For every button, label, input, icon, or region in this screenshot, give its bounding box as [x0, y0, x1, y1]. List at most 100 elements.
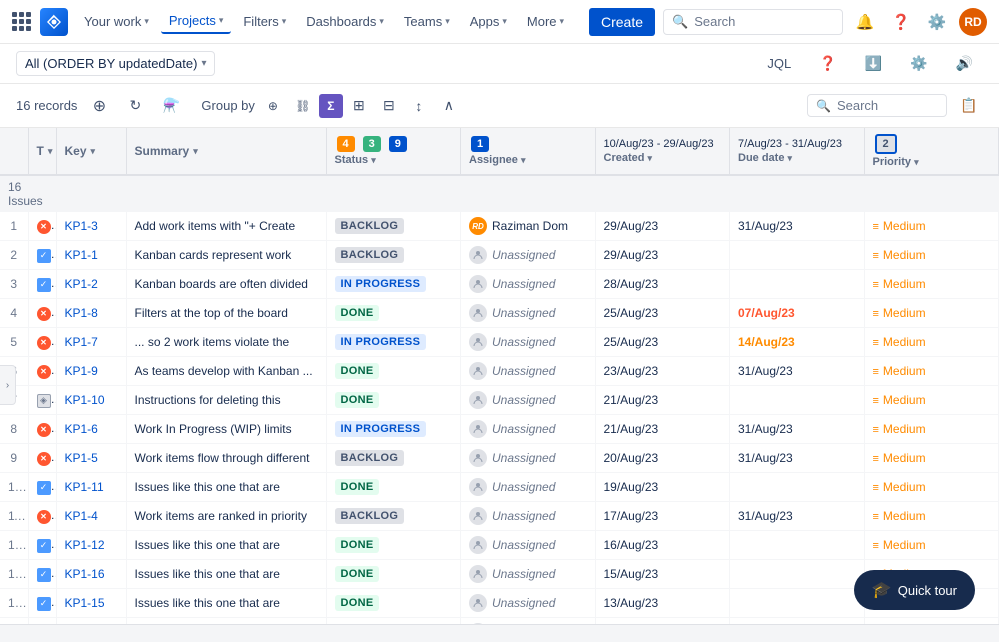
row-assignee[interactable]: Unassigned: [461, 328, 596, 357]
sort-icon: ▾: [371, 155, 376, 165]
filter-button[interactable]: ⚗️: [157, 92, 185, 120]
speaker-icon[interactable]: 🔊: [946, 51, 983, 76]
quick-tour-button[interactable]: 🎓 Quick tour: [854, 570, 975, 610]
add-record-button[interactable]: ⊕: [85, 92, 113, 120]
settings-icon[interactable]: ⚙️: [923, 8, 951, 36]
sum-icon[interactable]: Σ: [319, 94, 343, 118]
row-assignee[interactable]: Unassigned: [461, 618, 596, 625]
col-header-type[interactable]: T ▾: [28, 128, 56, 175]
row-assignee[interactable]: Unassigned: [461, 357, 596, 386]
topnav-projects[interactable]: Projects ▾: [161, 9, 232, 34]
app-logo[interactable]: [40, 8, 68, 36]
row-assignee[interactable]: Unassigned: [461, 241, 596, 270]
row-key[interactable]: KP1-9: [56, 357, 126, 386]
row-due-date: 31/Aug/23: [730, 502, 865, 531]
bottom-scrollbar: [0, 624, 999, 642]
row-status[interactable]: IN PROGRESS: [326, 270, 461, 299]
row-assignee[interactable]: Unassigned: [461, 386, 596, 415]
search-box[interactable]: 🔍 Search: [663, 9, 843, 35]
row-assignee[interactable]: Unassigned: [461, 560, 596, 589]
row-status[interactable]: BACKLOG: [326, 241, 461, 270]
row-created: 16/Aug/23: [595, 531, 730, 560]
user-avatar[interactable]: RD: [959, 8, 987, 36]
topnav-more[interactable]: More ▾: [519, 10, 572, 33]
row-assignee[interactable]: Unassigned: [461, 299, 596, 328]
row-status[interactable]: IN PROGRESS: [326, 328, 461, 357]
row-key[interactable]: KP1-6: [56, 415, 126, 444]
row-key[interactable]: KP1-11: [56, 473, 126, 502]
row-key[interactable]: KP1-7: [56, 328, 126, 357]
more-options-icon[interactable]: ∧: [435, 92, 463, 120]
create-button[interactable]: Create: [589, 8, 655, 36]
row-assignee[interactable]: Unassigned: [461, 270, 596, 299]
row-status[interactable]: DONE: [326, 531, 461, 560]
col-header-status[interactable]: 4 3 9 Status ▾: [326, 128, 461, 175]
help-icon[interactable]: ❓: [887, 8, 915, 36]
topnav-apps[interactable]: Apps ▾: [462, 10, 515, 33]
col-header-summary[interactable]: Summary ▾: [126, 128, 326, 175]
download-icon[interactable]: ⬇️: [855, 51, 892, 76]
row-status[interactable]: DONE: [326, 589, 461, 618]
settings-icon[interactable]: ⚙️: [900, 51, 937, 76]
table-row: 11✕KP1-4Work items are ranked in priorit…: [0, 502, 999, 531]
row-key[interactable]: KP1-2: [56, 270, 126, 299]
row-status[interactable]: BACKLOG: [326, 212, 461, 241]
row-assignee[interactable]: Unassigned: [461, 502, 596, 531]
row-key[interactable]: KP1-16: [56, 560, 126, 589]
row-key[interactable]: KP1-5: [56, 444, 126, 473]
table-container: T ▾ Key ▾ Summary ▾ 4 3 9: [0, 128, 999, 624]
row-assignee[interactable]: Unassigned: [461, 415, 596, 444]
filter-select[interactable]: All (ORDER BY updatedDate) ▾: [16, 51, 215, 76]
refresh-button[interactable]: ↻: [121, 92, 149, 120]
row-key[interactable]: KP1-12: [56, 531, 126, 560]
sort-icon[interactable]: ↕: [405, 92, 433, 120]
row-number: 1: [0, 212, 28, 241]
row-key[interactable]: KP1-4: [56, 502, 126, 531]
notifications-icon[interactable]: 🔔: [851, 8, 879, 36]
topnav-teams[interactable]: Teams ▾: [396, 10, 458, 33]
col-header-priority[interactable]: 2 Priority ▾: [864, 128, 999, 175]
sidebar-toggle-button[interactable]: ›: [0, 365, 16, 405]
row-key[interactable]: KP1-10: [56, 386, 126, 415]
main-content: › T ▾ Key ▾ Summary ▾: [0, 128, 999, 642]
row-key[interactable]: KP1-1: [56, 241, 126, 270]
row-status[interactable]: DONE: [326, 386, 461, 415]
table-search[interactable]: 🔍 Search: [807, 94, 947, 117]
row-assignee[interactable]: RDRaziman Dom: [461, 212, 596, 241]
grid-view-icon[interactable]: ⊟: [375, 92, 403, 120]
row-assignee[interactable]: Unassigned: [461, 473, 596, 502]
topnav-filters[interactable]: Filters ▾: [235, 10, 294, 33]
sort-icon: ▾: [193, 146, 198, 157]
row-status[interactable]: DONE: [326, 299, 461, 328]
row-key[interactable]: KP1-15: [56, 589, 126, 618]
row-assignee[interactable]: Unassigned: [461, 531, 596, 560]
grid-icon[interactable]: [12, 12, 32, 32]
col-header-key[interactable]: Key ▾: [56, 128, 126, 175]
row-key[interactable]: KP1-3: [56, 212, 126, 241]
row-status[interactable]: IN PROGRESS: [326, 415, 461, 444]
row-status[interactable]: BACKLOG: [326, 444, 461, 473]
row-created: 19/Aug/23: [595, 473, 730, 502]
row-assignee[interactable]: Unassigned: [461, 444, 596, 473]
row-status[interactable]: BACKLOG: [326, 502, 461, 531]
row-status[interactable]: DONE: [326, 618, 461, 625]
jql-button[interactable]: JQL: [757, 52, 801, 75]
row-type-icon: ✓: [28, 618, 56, 625]
row-status[interactable]: DONE: [326, 473, 461, 502]
row-priority: ≡Medium: [864, 241, 999, 270]
col-header-assignee[interactable]: 1 Assignee ▾: [461, 128, 596, 175]
row-status[interactable]: DONE: [326, 357, 461, 386]
columns-icon[interactable]: ⊞: [345, 92, 373, 120]
row-assignee[interactable]: Unassigned: [461, 589, 596, 618]
group-by-link-icon[interactable]: ⛓: [289, 92, 317, 120]
export-icon[interactable]: 📋: [955, 92, 983, 120]
topnav-your-work[interactable]: Your work ▾: [76, 10, 157, 33]
row-key[interactable]: KP1-13: [56, 618, 126, 625]
row-status[interactable]: DONE: [326, 560, 461, 589]
group-by-plus-icon[interactable]: ⊕: [259, 92, 287, 120]
help-circle-icon[interactable]: ❓: [809, 51, 846, 76]
row-priority: ≡Medium: [864, 444, 999, 473]
table-row: 5✕KP1-7... so 2 work items violate theIN…: [0, 328, 999, 357]
row-key[interactable]: KP1-8: [56, 299, 126, 328]
topnav-dashboards[interactable]: Dashboards ▾: [298, 10, 392, 33]
